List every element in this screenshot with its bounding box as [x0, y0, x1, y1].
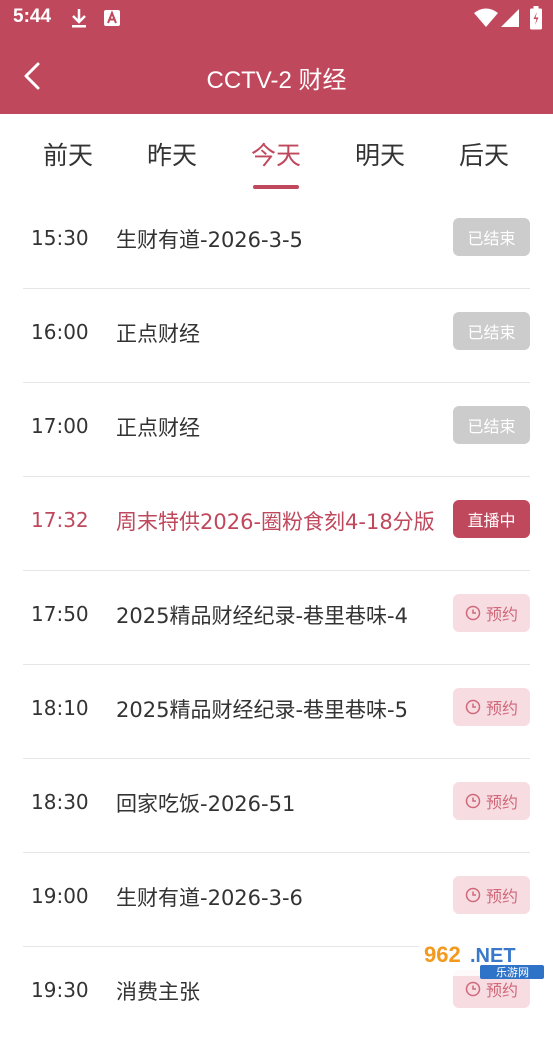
row-divider — [23, 382, 530, 383]
reserve-button[interactable]: 预约 — [453, 782, 530, 820]
program-time: 18:30 — [31, 790, 89, 814]
program-time: 19:00 — [31, 884, 89, 908]
row-divider — [23, 758, 530, 759]
status-bar: 5:44 — [0, 0, 553, 36]
program-row-live[interactable]: 17:32 周末特供2026-圈粉食刻4-18分版 直播中 — [23, 478, 530, 571]
program-time: 17:00 — [31, 414, 89, 438]
reserve-label: 预约 — [485, 793, 518, 812]
program-row[interactable]: 15:30 生财有道-2026-3-5 已结束 — [23, 196, 530, 289]
active-tab-indicator — [253, 185, 299, 189]
program-time: 19:30 — [31, 978, 89, 1002]
tab-tomorrow[interactable]: 明天 — [328, 136, 432, 172]
row-divider — [23, 288, 530, 289]
program-row[interactable]: 18:30 回家吃饭-2026-51 预约 — [23, 760, 530, 853]
program-name: 周末特供2026-圈粉食刻4-18分版 — [116, 510, 435, 534]
program-name: 2025精品财经纪录-巷里巷味-5 — [116, 698, 408, 722]
tab-today[interactable]: 今天 — [224, 136, 328, 172]
program-row[interactable]: 17:00 正点财经 已结束 — [23, 384, 530, 477]
program-row[interactable]: 17:50 2025精品财经纪录-巷里巷味-4 预约 — [23, 572, 530, 665]
program-time: 18:10 — [31, 696, 89, 720]
svg-text:.NET: .NET — [470, 945, 516, 967]
row-divider — [23, 852, 530, 853]
program-name: 回家吃饭-2026-51 — [116, 792, 296, 816]
reserve-button[interactable]: 预约 — [453, 594, 530, 632]
tab-day-after-tomorrow[interactable]: 后天 — [432, 136, 536, 172]
clock-icon — [465, 605, 481, 621]
reserve-button[interactable]: 预约 — [453, 876, 530, 914]
clock-icon — [465, 887, 481, 903]
svg-text:乐游网: 乐游网 — [496, 966, 529, 979]
program-row[interactable]: 18:10 2025精品财经纪录-巷里巷味-5 预约 — [23, 666, 530, 759]
download-icon — [70, 7, 88, 33]
clock-icon — [465, 793, 481, 809]
program-name: 生财有道-2026-3-6 — [116, 886, 303, 910]
battery-icon — [530, 6, 542, 34]
page-title: CCTV-2 财经 — [206, 67, 347, 94]
tab-yesterday[interactable]: 昨天 — [120, 136, 224, 172]
program-name: 2025精品财经纪录-巷里巷味-4 — [116, 604, 408, 628]
day-tabs: 前天 昨天 今天 明天 后天 — [0, 114, 553, 196]
reserve-label: 预约 — [485, 605, 518, 624]
program-time: 17:32 — [31, 508, 89, 532]
reserve-label: 预约 — [485, 887, 518, 906]
row-divider — [23, 664, 530, 665]
ended-badge: 已结束 — [453, 406, 530, 444]
program-name: 正点财经 — [116, 322, 200, 346]
live-badge[interactable]: 直播中 — [453, 500, 530, 538]
program-row[interactable]: 16:00 正点财经 已结束 — [23, 290, 530, 383]
ended-badge: 已结束 — [453, 312, 530, 350]
program-time: 16:00 — [31, 320, 89, 344]
row-divider — [23, 570, 530, 571]
program-time: 15:30 — [31, 226, 89, 250]
status-time: 5:44 — [13, 6, 52, 27]
svg-text:962: 962 — [424, 942, 461, 967]
reserve-label: 预约 — [485, 699, 518, 718]
program-name: 正点财经 — [116, 416, 200, 440]
clock-icon — [465, 981, 481, 997]
app-notification-icon — [104, 10, 120, 30]
clock-icon — [465, 699, 481, 715]
ended-badge: 已结束 — [453, 218, 530, 256]
program-time: 17:50 — [31, 602, 89, 626]
wifi-icon — [474, 8, 498, 32]
site-watermark-logo: 962 .NET 乐游网 — [414, 936, 547, 980]
reserve-label: 预约 — [485, 981, 518, 1000]
tab-day-before-yesterday[interactable]: 前天 — [16, 136, 120, 172]
app-bar: CCTV-2 财经 — [0, 36, 553, 114]
program-row[interactable]: 19:00 生财有道-2026-3-6 预约 — [23, 854, 530, 947]
reserve-button[interactable]: 预约 — [453, 688, 530, 726]
program-name: 消费主张 — [116, 980, 200, 1004]
program-name: 生财有道-2026-3-5 — [116, 228, 303, 252]
signal-icon — [500, 8, 520, 32]
row-divider — [23, 476, 530, 477]
